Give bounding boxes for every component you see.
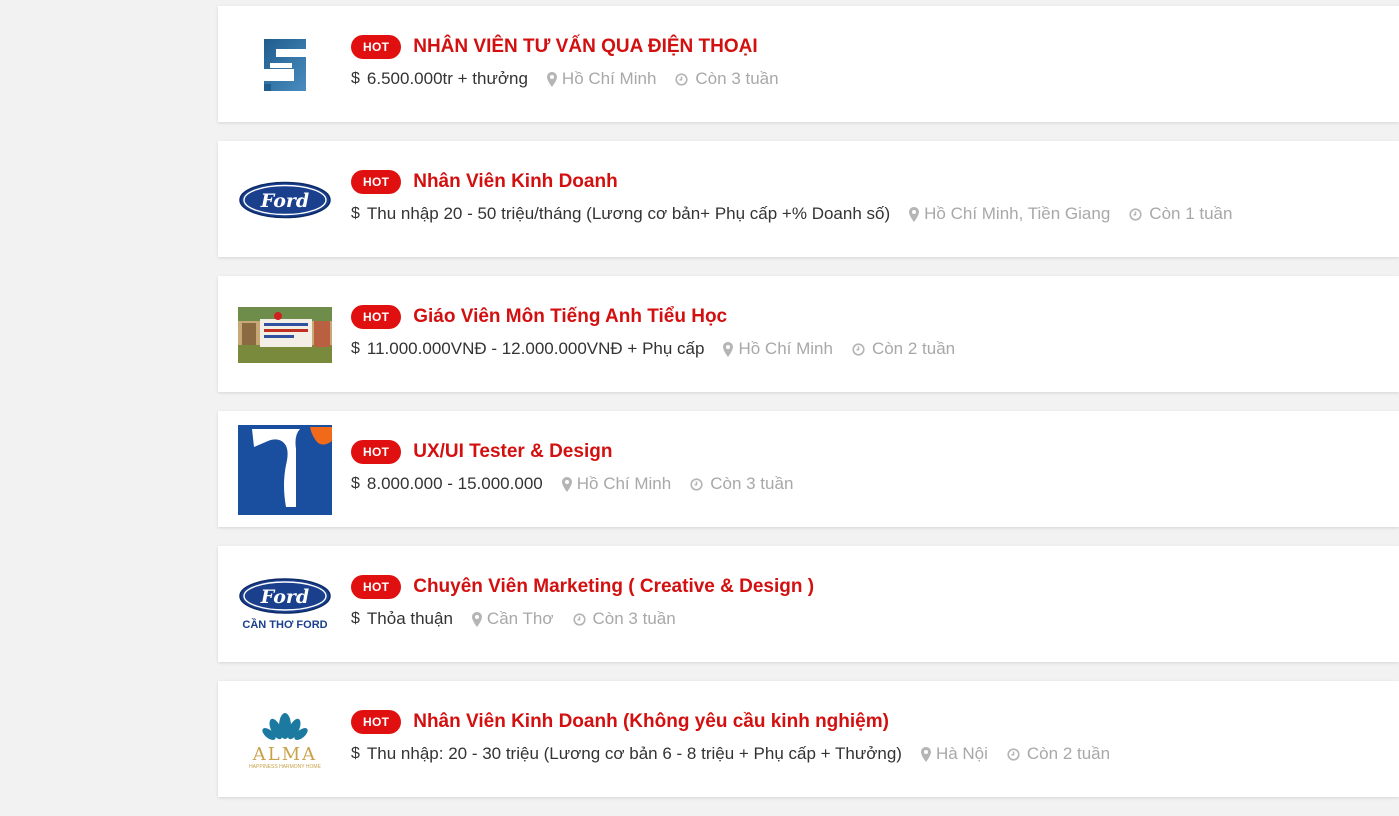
salary-text: Thu nhập 20 - 50 triệu/tháng (Lương cơ b… [366,204,891,223]
blue-t-logo-icon [238,425,332,515]
clock-icon [1007,747,1020,761]
location-text: Hà Nội [935,744,988,763]
can-tho-ford-logo-icon: Ford CẦN THƠ FORD [239,578,331,631]
hot-badge: HOT [351,575,402,599]
salary-text: 11.000.000VNĐ - 12.000.000VNĐ + Phụ cấp [366,339,705,358]
company-logo[interactable]: Ford CẦN THƠ FORD [238,558,332,652]
remaining-time-text: Còn 2 tuần [871,339,956,358]
school-photo-logo-icon [238,307,332,363]
hot-badge: HOT [351,35,402,59]
location-text: Hồ Chí Minh, Tiền Giang [924,204,1111,223]
dollar-icon: $ [351,340,360,357]
company-logo[interactable]: Ford [238,153,332,247]
ford-wordmark: Ford [260,586,309,608]
blue-s-logo-icon [264,39,306,91]
dollar-icon: $ [351,205,360,222]
dollar-icon: $ [351,745,360,762]
job-list: HOT NHÂN VIÊN TƯ VẤN QUA ĐIỆN THOẠI $ 6.… [218,6,1399,816]
location-text: Cần Thơ [486,609,554,628]
alma-wordmark: ALMA [252,744,317,765]
map-pin-icon [471,611,482,627]
map-pin-icon [561,476,572,492]
ford-logo-icon: Ford [239,181,331,219]
job-title-link[interactable]: Giáo Viên Môn Tiếng Anh Tiểu Học [413,306,727,328]
salary-text: Thu nhập: 20 - 30 triệu (Lương cơ bản 6 … [366,744,902,763]
dollar-icon: $ [351,70,360,87]
company-logo[interactable] [238,18,332,112]
job-card[interactable]: HOT Giáo Viên Môn Tiếng Anh Tiểu Học $ 1… [218,276,1399,392]
map-pin-icon [909,206,920,222]
alma-logo-icon: ALMA HAPPINESS HARMONY HOME [249,713,322,770]
location-text: Hồ Chí Minh [738,339,833,358]
company-logo[interactable] [238,288,332,382]
map-pin-icon [723,341,734,357]
remaining-time-text: Còn 3 tuần [695,69,779,88]
remaining-time-text: Còn 3 tuần [710,474,794,493]
job-card[interactable]: Ford CẦN THƠ FORD HOT Chuyên Viên Market… [218,546,1399,662]
hot-badge: HOT [351,170,402,194]
job-title-link[interactable]: Nhân Viên Kinh Doanh [413,171,617,193]
remaining-time-text: Còn 3 tuần [592,609,676,628]
map-pin-icon [920,746,931,762]
logo-caption: CẦN THƠ FORD [242,618,327,631]
clock-icon [852,342,865,356]
company-logo[interactable]: ALMA HAPPINESS HARMONY HOME [238,693,332,787]
hot-badge: HOT [351,305,402,329]
remaining-time-text: Còn 1 tuần [1149,204,1233,223]
salary-text: Thỏa thuận [366,609,453,628]
ford-wordmark: Ford [260,190,309,212]
map-pin-icon [546,71,557,87]
job-title-link[interactable]: NHÂN VIÊN TƯ VẤN QUA ĐIỆN THOẠI [413,36,757,58]
job-card[interactable]: HOT NHÂN VIÊN TƯ VẤN QUA ĐIỆN THOẠI $ 6.… [218,6,1399,122]
clock-icon [1129,207,1142,221]
hot-badge: HOT [351,440,402,464]
clock-icon [690,477,703,491]
salary-text: 8.000.000 - 15.000.000 [366,474,543,493]
location-text: Hồ Chí Minh [561,69,657,88]
job-title-link[interactable]: Chuyên Viên Marketing ( Creative & Desig… [413,576,814,598]
dollar-icon: $ [351,610,360,627]
remaining-time-text: Còn 2 tuần [1026,744,1111,763]
location-text: Hồ Chí Minh [576,474,672,493]
job-card[interactable]: HOT UX/UI Tester & Design $ 8.000.000 - … [218,411,1399,527]
clock-icon [572,612,586,626]
hot-badge: HOT [351,710,402,734]
salary-text: 6.500.000tr + thưởng [366,69,528,88]
job-card[interactable]: Ford HOT Nhân Viên Kinh Doanh $ Thu nhập… [218,141,1399,257]
job-title-link[interactable]: Nhân Viên Kinh Doanh (Không yêu cầu kinh… [413,711,889,733]
company-logo[interactable] [238,423,332,517]
dollar-icon: $ [351,475,360,492]
clock-icon [675,72,689,86]
job-card[interactable]: ALMA HAPPINESS HARMONY HOME HOT Nhân Viê… [218,681,1399,797]
job-title-link[interactable]: UX/UI Tester & Design [413,441,612,463]
